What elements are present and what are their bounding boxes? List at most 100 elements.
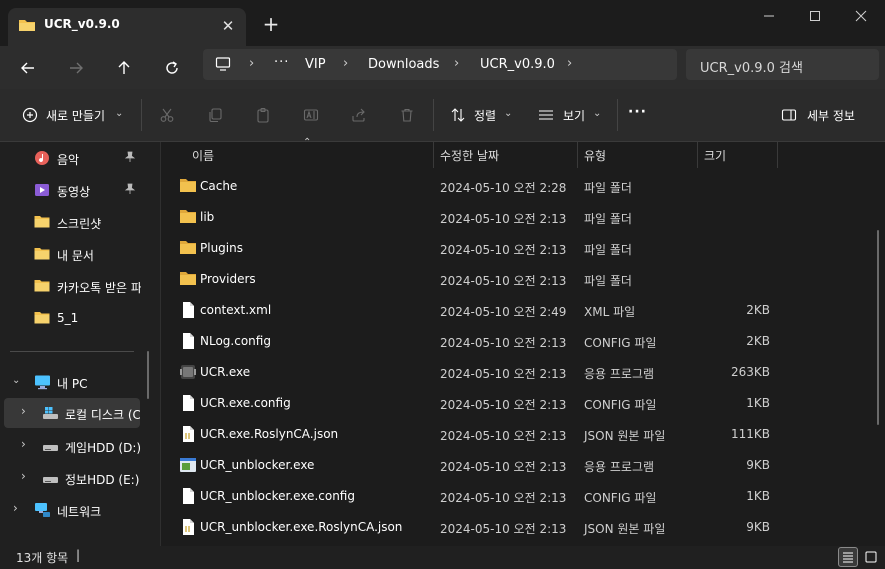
- sidebar-item-label: 로컬 디스크 (C: [65, 408, 140, 422]
- copy-icon: [209, 108, 222, 123]
- file-type: XML 파일: [584, 305, 636, 319]
- file-type: CONFIG 파일: [584, 398, 657, 412]
- sidebar-item-documents[interactable]: 내 문서: [0, 239, 150, 269]
- share-button[interactable]: [348, 104, 370, 126]
- toolbar-divider: [141, 99, 142, 131]
- up-button[interactable]: [110, 54, 138, 82]
- copy-button[interactable]: [204, 104, 226, 126]
- sidebar-item-screenshots[interactable]: 스크린샷: [0, 207, 150, 237]
- new-tab-button[interactable]: +: [258, 12, 284, 38]
- details-pane-button[interactable]: 세부 정보: [774, 101, 870, 129]
- column-header-type[interactable]: 유형: [584, 147, 606, 164]
- maximize-button[interactable]: [792, 4, 838, 28]
- sidebar-item-drive-e[interactable]: › 정보HDD (E:): [0, 463, 150, 493]
- table-row[interactable]: UCR.exe.RoslynCA.json 2024-05-10 오전 2:13 J…: [161, 419, 876, 450]
- table-row[interactable]: UCR.exe 2024-05-10 오전 2:13 응용 프로그램 263KB: [161, 357, 876, 388]
- breadcrumb-item[interactable]: UCR_v0.9.0: [480, 57, 555, 72]
- column-divider[interactable]: [433, 142, 434, 168]
- minimize-button[interactable]: [746, 4, 792, 28]
- back-button[interactable]: [14, 54, 42, 82]
- cut-button[interactable]: [156, 104, 178, 126]
- table-row[interactable]: UCR.exe.config 2024-05-10 오전 2:13 CONFIG 파…: [161, 388, 876, 419]
- folder-icon: [18, 17, 36, 33]
- table-row[interactable]: context.xml 2024-05-10 오전 2:49 XML 파일 2KB: [161, 295, 876, 326]
- file-date: 2024-05-10 오전 2:13: [440, 212, 567, 226]
- table-row[interactable]: UCR_unblocker.exe.config 2024-05-10 오전 2:…: [161, 481, 876, 512]
- close-tab-button[interactable]: ✕: [218, 16, 238, 36]
- chevron-right-icon[interactable]: ›: [13, 501, 18, 515]
- drive-icon: [42, 470, 59, 486]
- file-date: 2024-05-10 오전 2:13: [440, 491, 567, 505]
- folder-icon: [179, 270, 197, 288]
- column-header-size[interactable]: 크기: [704, 147, 726, 164]
- more-options-button[interactable]: ···: [628, 104, 647, 120]
- windows-drive-icon: [42, 405, 59, 421]
- sidebar-item-music[interactable]: 음악: [0, 143, 150, 173]
- refresh-button[interactable]: [158, 54, 186, 82]
- chevron-down-icon[interactable]: ⌄: [12, 375, 20, 386]
- close-window-button[interactable]: [838, 4, 884, 28]
- file-date: 2024-05-10 오전 2:13: [440, 522, 567, 536]
- address-bar[interactable]: › ··· VIP › Downloads › UCR_v0.9.0 ›: [203, 49, 677, 80]
- new-button[interactable]: 새로 만들기 ⌄: [14, 101, 132, 129]
- breadcrumb-item[interactable]: Downloads: [368, 57, 439, 72]
- file-type: CONFIG 파일: [584, 491, 657, 505]
- breadcrumb-item[interactable]: VIP: [305, 57, 326, 72]
- column-header-date[interactable]: 수정한 날짜: [440, 147, 499, 164]
- sidebar-item-videos[interactable]: 동영상: [0, 175, 150, 205]
- large-icons-view-button[interactable]: [861, 547, 881, 567]
- table-row[interactable]: Plugins 2024-05-10 오전 2:13 파일 폴더: [161, 233, 876, 264]
- chevron-right-icon: ›: [454, 56, 460, 71]
- view-button-label: 보기: [563, 109, 586, 123]
- file-list-scrollbar[interactable]: [877, 230, 879, 425]
- table-row[interactable]: NLog.config 2024-05-10 오전 2:13 CONFIG 파일 2K…: [161, 326, 876, 357]
- paste-button[interactable]: [252, 104, 274, 126]
- file-size: 2KB: [746, 303, 770, 317]
- view-button[interactable]: 보기 ⌄: [532, 101, 610, 129]
- chevron-down-icon: ⌄: [593, 108, 602, 119]
- sidebar-item-label: 게임HDD (D:): [65, 441, 142, 455]
- table-row[interactable]: Cache 2024-05-10 오전 2:28 파일 폴더: [161, 171, 876, 202]
- rename-button[interactable]: [300, 104, 322, 126]
- file-size: 9KB: [746, 520, 770, 534]
- table-row[interactable]: lib 2024-05-10 오전 2:13 파일 폴더: [161, 202, 876, 233]
- computer-icon: [215, 56, 231, 72]
- sidebar-item-drive-d[interactable]: › 게임HDD (D:): [0, 431, 150, 461]
- column-header-name[interactable]: 이름: [192, 147, 214, 164]
- table-row[interactable]: UCR_unblocker.exe 2024-05-10 오전 2:13 응용 프로…: [161, 450, 876, 481]
- navigation-bar: › ··· VIP › Downloads › UCR_v0.9.0 › UCR…: [0, 46, 885, 89]
- file-date: 2024-05-10 오전 2:49: [440, 305, 567, 319]
- breadcrumb-overflow-button[interactable]: ···: [274, 55, 289, 70]
- folder-icon: [34, 214, 50, 229]
- chevron-right-icon[interactable]: ›: [21, 437, 26, 451]
- sort-button[interactable]: 정렬 ⌄: [444, 101, 520, 129]
- details-view-button[interactable]: [838, 547, 858, 567]
- column-divider[interactable]: [777, 142, 778, 168]
- forward-button[interactable]: [62, 54, 90, 82]
- sidebar-item-this-pc[interactable]: ⌄ 내 PC: [0, 367, 150, 397]
- file-name: UCR.exe.config: [200, 396, 291, 410]
- table-row[interactable]: Providers 2024-05-10 오전 2:13 파일 폴더: [161, 264, 876, 295]
- column-divider[interactable]: [697, 142, 698, 168]
- chevron-right-icon[interactable]: ›: [21, 469, 26, 483]
- file-date: 2024-05-10 오전 2:13: [440, 367, 567, 381]
- sidebar-item-kakaotalk[interactable]: 카카오톡 받은 파: [0, 271, 150, 301]
- plus-circle-icon: [22, 107, 38, 123]
- delete-button[interactable]: [396, 104, 418, 126]
- sidebar-item-label: 동영상: [57, 185, 91, 199]
- column-divider[interactable]: [577, 142, 578, 168]
- clipboard-icon: [257, 107, 269, 123]
- sidebar-item-network[interactable]: › 네트워크: [0, 495, 150, 525]
- file-date: 2024-05-10 오전 2:13: [440, 274, 567, 288]
- browser-tab[interactable]: UCR_v0.9.0 ✕: [8, 8, 246, 46]
- search-input[interactable]: UCR_v0.9.0 검색: [686, 49, 879, 80]
- folder-icon: [34, 310, 50, 325]
- file-date: 2024-05-10 오전 2:13: [440, 429, 567, 443]
- sidebar-item-drive-c[interactable]: › 로컬 디스크 (C: [0, 398, 150, 428]
- file-size: 1KB: [746, 396, 770, 410]
- sidebar-item-label: 카카오톡 받은 파: [57, 281, 141, 295]
- chevron-right-icon[interactable]: ›: [21, 404, 26, 418]
- table-row[interactable]: UCR_unblocker.exe.RoslynCA.json 2024-05-1…: [161, 512, 876, 543]
- details-view-icon: [843, 552, 853, 563]
- sidebar-item-5-1[interactable]: 5_1: [0, 303, 150, 333]
